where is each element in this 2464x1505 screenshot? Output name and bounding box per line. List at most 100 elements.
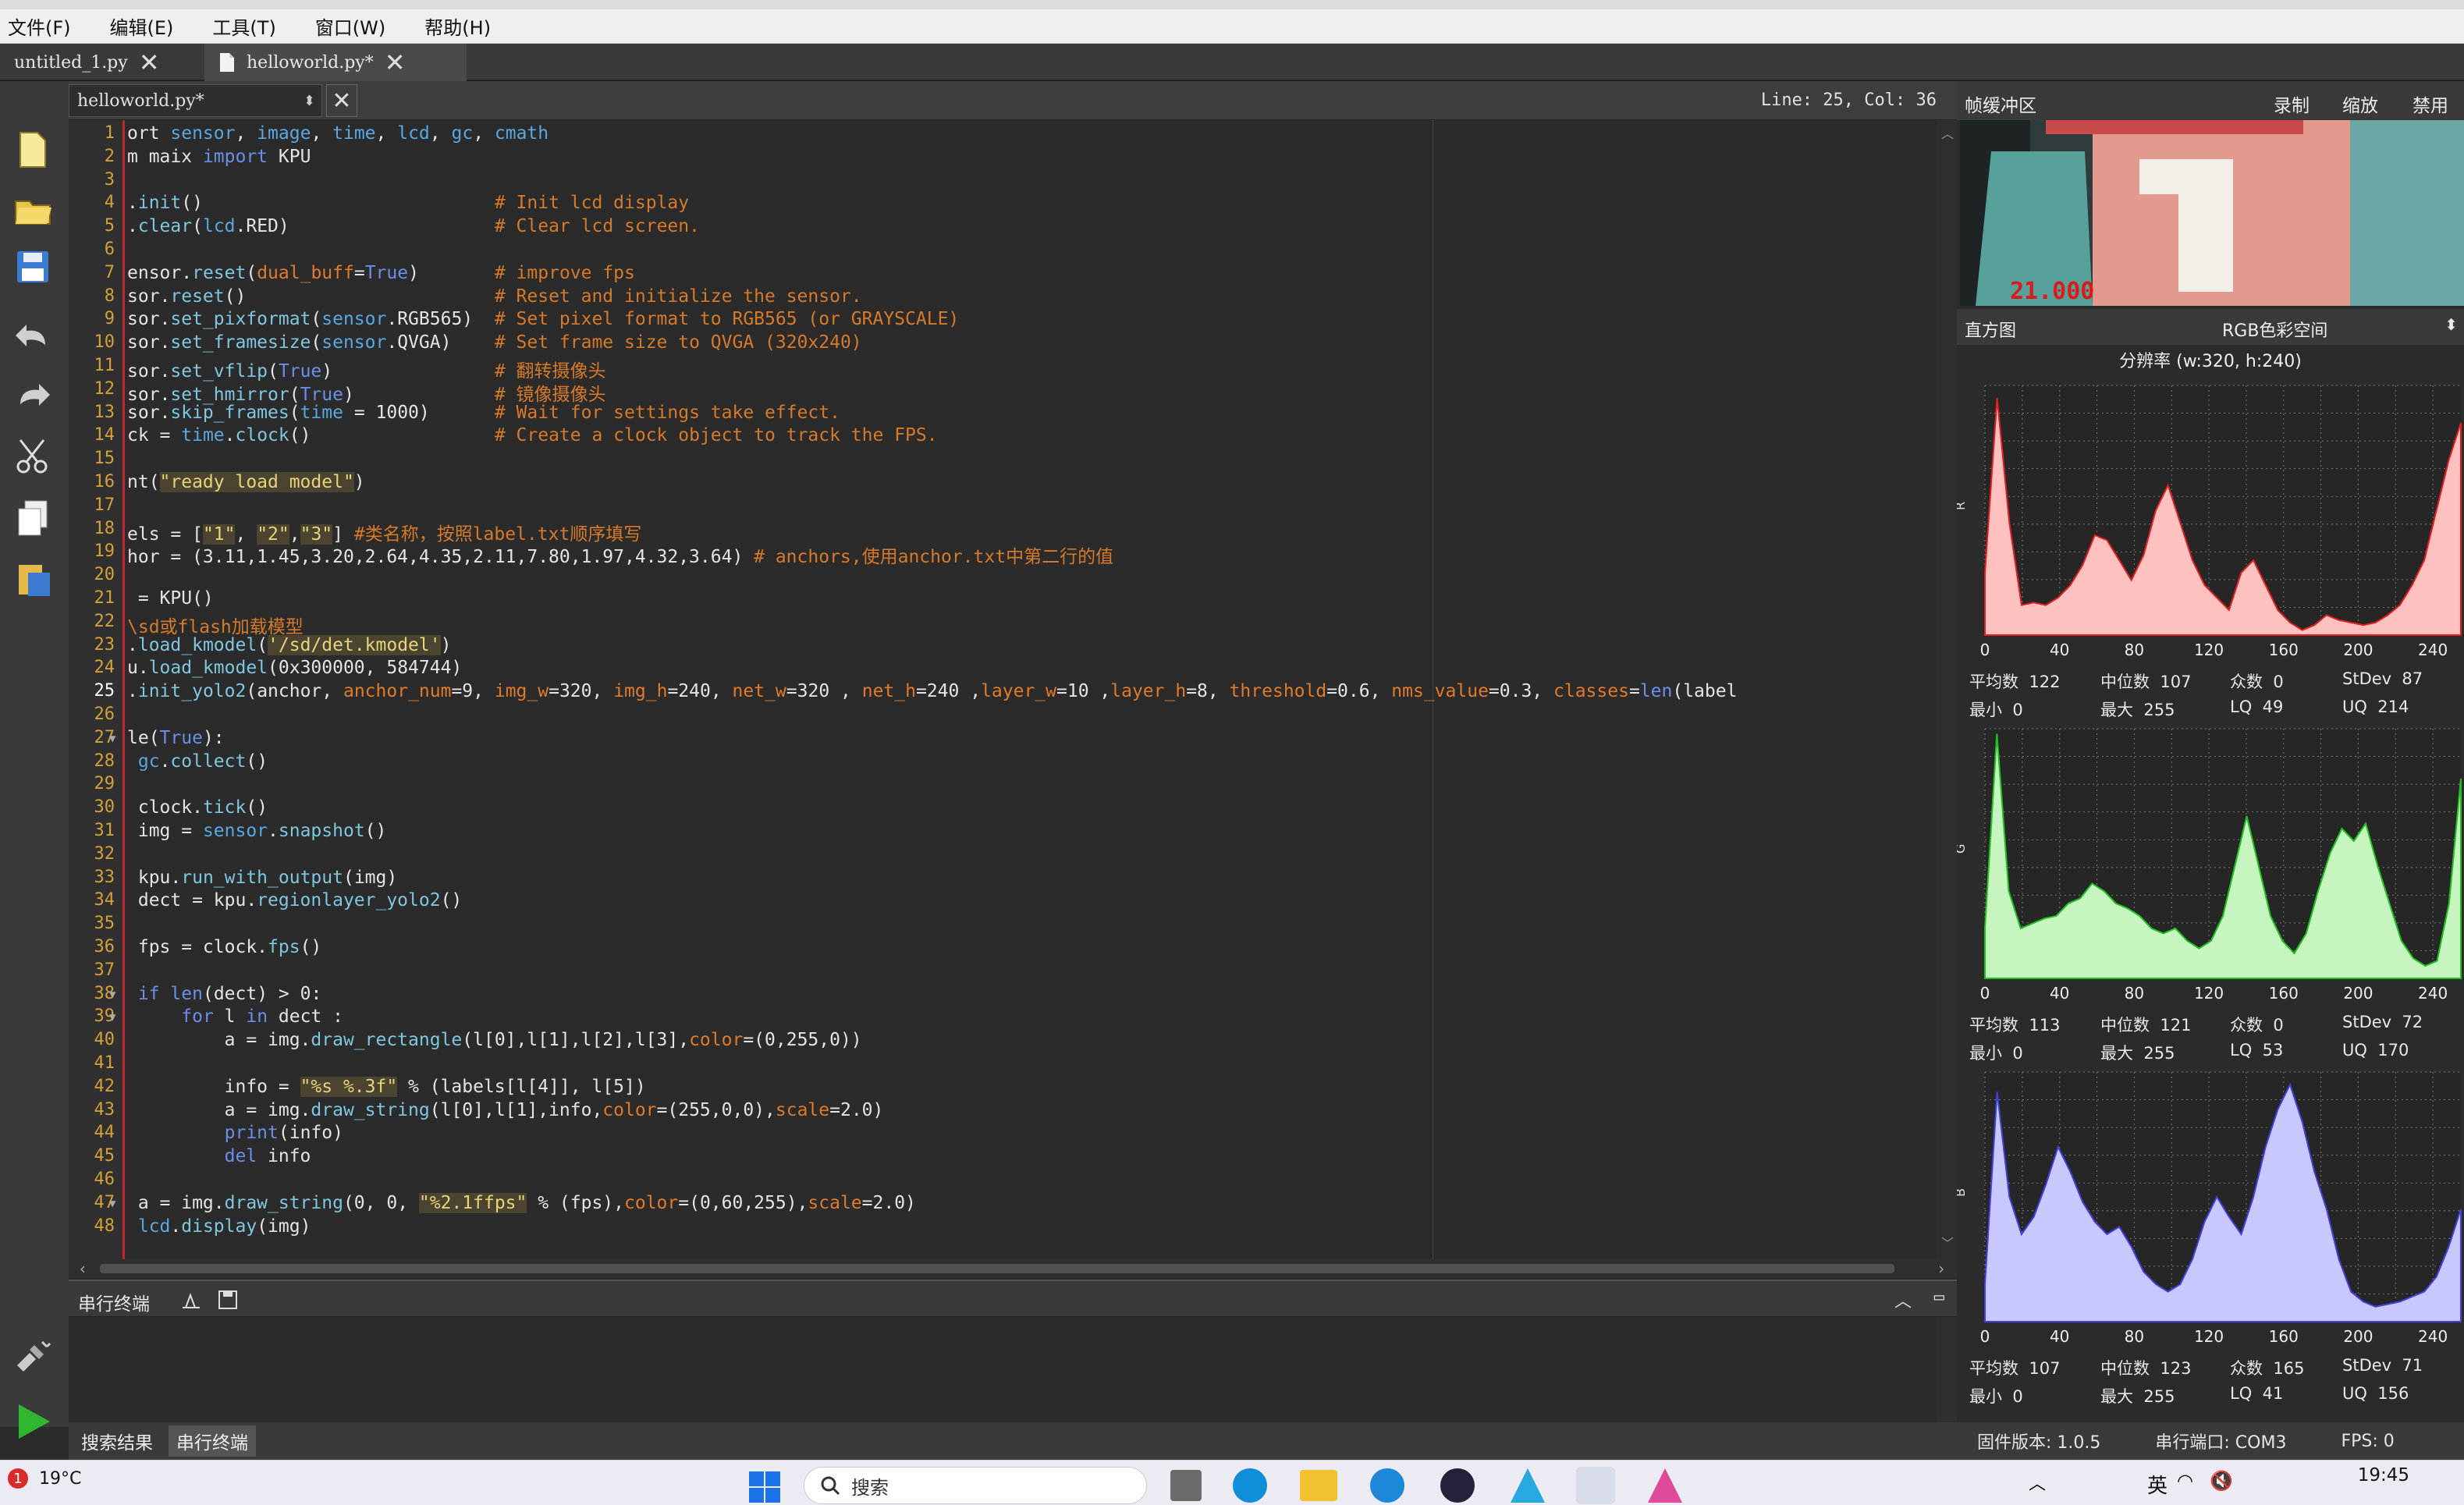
code-line[interactable]: info = "%s %.3f" % (labels[l[4]], l[5]) xyxy=(127,1076,646,1097)
new-file-icon[interactable] xyxy=(11,128,55,172)
task-view-icon[interactable] xyxy=(1170,1470,1202,1501)
app-icon[interactable] xyxy=(1440,1468,1475,1503)
code-line[interactable]: u.load_kmodel(0x300000, 584744) xyxy=(127,658,462,678)
zoom-button[interactable]: 缩放 xyxy=(2342,91,2378,117)
open-folder-icon[interactable] xyxy=(11,187,55,231)
code-line[interactable]: a = img.draw_string(l[0],l[1],info,color… xyxy=(127,1100,884,1120)
ie-browser-icon[interactable] xyxy=(1370,1468,1404,1503)
colorspace-select[interactable]: RGB色彩空间 xyxy=(2222,317,2327,342)
save-icon[interactable] xyxy=(11,245,55,289)
code-line[interactable]: kpu.run_with_output(img) xyxy=(127,868,397,888)
line-number: 46 xyxy=(94,1170,115,1189)
frame-buffer-image: 21.000 xyxy=(1960,120,2464,306)
code-line[interactable]: lcd.display(img) xyxy=(127,1216,311,1237)
menu-edit[interactable]: 编辑(E) xyxy=(102,12,182,40)
input-method-indicator[interactable]: 英 xyxy=(2147,1470,2168,1499)
tab-search-results[interactable]: 搜索结果 xyxy=(73,1425,161,1457)
record-button[interactable]: 录制 xyxy=(2274,91,2310,117)
code-editor[interactable]: ort sensor, image, time, lcd, gc, cmath m… xyxy=(127,120,1937,1259)
code-line[interactable]: gc.collect() xyxy=(127,751,268,772)
chevron-up-icon[interactable]: ︿ xyxy=(1894,1287,1912,1312)
search-icon xyxy=(821,1476,840,1496)
close-icon[interactable]: ✕ xyxy=(385,48,406,77)
terminal-scrollbar[interactable] xyxy=(1937,1317,1957,1422)
scroll-left-icon[interactable]: ‹ xyxy=(78,1259,87,1278)
code-line[interactable]: m maix import KPU xyxy=(127,147,311,167)
minimize-panel-icon[interactable]: ▭ xyxy=(1934,1287,1944,1307)
code-line[interactable]: dect = kpu.regionlayer_yolo2() xyxy=(127,890,462,910)
clear-terminal-icon[interactable] xyxy=(179,1289,203,1311)
code-line[interactable]: .load_kmodel('/sd/det.kmodel') xyxy=(127,634,451,655)
line-number: 18 xyxy=(94,518,115,538)
disable-button[interactable]: 禁用 xyxy=(2413,91,2448,117)
close-icon[interactable]: ✕ xyxy=(139,48,160,77)
app-icon[interactable] xyxy=(1648,1468,1682,1503)
serial-terminal-output[interactable] xyxy=(69,1317,1957,1422)
code-line[interactable]: ck = time.clock() # Create a clock objec… xyxy=(127,425,938,445)
code-line[interactable]: le(True): xyxy=(127,728,225,748)
code-line[interactable]: .init_yolo2(anchor, anchor_num=9, img_w=… xyxy=(127,681,1737,701)
chevron-up-icon[interactable]: ︿ xyxy=(2029,1470,2046,1495)
x-tick-label: 80 xyxy=(2125,641,2144,659)
paste-icon[interactable] xyxy=(11,557,55,601)
edge-browser-icon[interactable] xyxy=(1233,1468,1267,1503)
code-line[interactable]: del info xyxy=(127,1146,311,1166)
code-line[interactable]: nt("ready load model") xyxy=(127,472,365,492)
scroll-down-icon[interactable]: ﹀ xyxy=(1941,1233,1954,1251)
code-line[interactable]: hor = (3.11,1.45,3.20,2.64,4.35,2.11,7.8… xyxy=(127,541,1113,568)
file-selector[interactable]: helloworld.py* ⬍ xyxy=(69,84,322,117)
app-icon[interactable] xyxy=(1511,1468,1545,1503)
fold-arrow-icon[interactable]: ▼ xyxy=(109,1011,115,1024)
speaker-muted-icon[interactable]: 🔇 xyxy=(2210,1470,2233,1492)
code-line[interactable]: for l in dect : xyxy=(127,1006,343,1027)
fold-arrow-icon[interactable]: ▼ xyxy=(109,989,115,1001)
code-line[interactable]: print(info) xyxy=(127,1123,343,1143)
code-line[interactable]: a = img.draw_string(0, 0, "%2.1ffps" % (… xyxy=(127,1192,916,1213)
histogram-stat: 最大 255 xyxy=(2100,701,2175,719)
menu-tools[interactable]: 工具(T) xyxy=(204,12,283,40)
taskbar-clock[interactable]: 19:45 xyxy=(2358,1465,2409,1485)
code-line[interactable]: ort sensor, image, time, lcd, gc, cmath xyxy=(127,123,549,144)
code-line[interactable]: sor.set_pixformat(sensor.RGB565) # Set p… xyxy=(127,309,959,329)
connect-icon[interactable] xyxy=(11,1334,55,1378)
copy-icon[interactable] xyxy=(11,496,55,540)
scroll-up-icon[interactable]: ︿ xyxy=(1941,123,1954,142)
windows-start-icon[interactable] xyxy=(747,1470,782,1504)
file-tab-untitled[interactable]: untitled_1.py ✕ xyxy=(0,44,223,81)
code-line[interactable]: sor.set_framesize(sensor.QVGA) # Set fra… xyxy=(127,332,862,353)
file-explorer-icon[interactable] xyxy=(1300,1470,1337,1501)
weather-widget[interactable]: 1 19°C xyxy=(8,1468,81,1489)
scroll-thumb[interactable] xyxy=(100,1264,1894,1273)
code-line[interactable]: img = sensor.snapshot() xyxy=(127,821,387,841)
tab-serial-terminal[interactable]: 串行终端 xyxy=(169,1425,256,1457)
code-line[interactable]: .init() # Init lcd display xyxy=(127,193,689,213)
save-terminal-icon[interactable] xyxy=(217,1289,239,1311)
code-line[interactable]: clock.tick() xyxy=(127,797,268,818)
undo-icon[interactable] xyxy=(11,314,55,357)
fold-arrow-icon[interactable]: ▼ xyxy=(109,733,115,745)
close-file-button[interactable]: ✕ xyxy=(326,84,357,117)
cut-icon[interactable] xyxy=(11,434,55,477)
menu-file[interactable]: 文件(F) xyxy=(0,12,79,40)
run-icon[interactable] xyxy=(11,1400,55,1443)
code-line[interactable]: .clear(lcd.RED) # Clear lcd screen. xyxy=(127,216,700,236)
code-line[interactable]: sor.reset() # Reset and initialize the s… xyxy=(127,286,862,307)
updown-icon[interactable]: ⬍ xyxy=(2444,315,2458,334)
redo-icon[interactable] xyxy=(11,373,55,417)
file-tab-helloworld[interactable]: helloworld.py* ✕ xyxy=(204,44,467,81)
menu-window[interactable]: 窗口(W) xyxy=(307,12,393,40)
code-line[interactable]: sor.skip_frames(time = 1000) # Wait for … xyxy=(127,403,840,423)
code-line[interactable]: = KPU() xyxy=(127,588,214,609)
taskbar-search[interactable]: 搜索 xyxy=(804,1467,1147,1504)
editor-horizontal-scrollbar[interactable]: ‹ › xyxy=(69,1259,1957,1278)
code-line[interactable]: fps = clock.fps() xyxy=(127,937,321,957)
maixpy-ide-icon[interactable] xyxy=(1576,1467,1615,1504)
menu-help[interactable]: 帮助(H) xyxy=(417,12,499,40)
fold-arrow-icon[interactable]: ▼ xyxy=(109,1198,115,1210)
code-line[interactable]: ensor.reset(dual_buff=True) # improve fp… xyxy=(127,263,635,283)
code-line[interactable]: if len(dect) > 0: xyxy=(127,984,321,1004)
code-line[interactable]: a = img.draw_rectangle(l[0],l[1],l[2],l[… xyxy=(127,1030,862,1050)
editor-vertical-scrollbar[interactable]: ︿ ﹀ xyxy=(1937,120,1957,1259)
scroll-right-icon[interactable]: › xyxy=(1937,1259,1946,1278)
wifi-icon[interactable]: ◠ xyxy=(2177,1470,2193,1492)
